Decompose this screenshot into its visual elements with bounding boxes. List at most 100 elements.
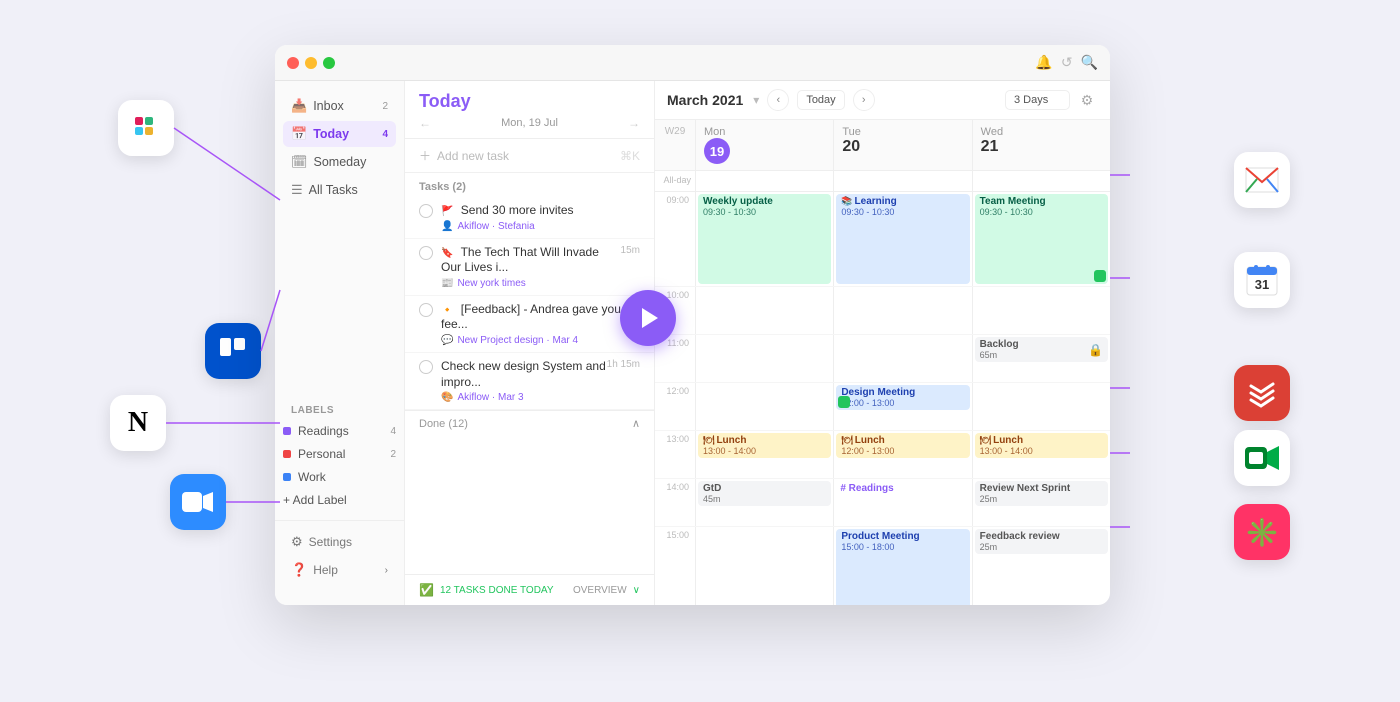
task-item[interactable]: Check new design System and impro... 🎨 A… bbox=[405, 353, 654, 410]
overview-btn[interactable]: OVERVIEW bbox=[573, 585, 627, 596]
cal-event[interactable]: Backlog 65m 🔒 bbox=[975, 337, 1108, 362]
personal-badge: 2 bbox=[390, 449, 396, 460]
next-day-btn[interactable]: → bbox=[628, 116, 640, 130]
label-personal[interactable]: Personal 2 bbox=[275, 443, 404, 465]
task-checkbox[interactable] bbox=[419, 360, 433, 374]
task-time: 1h 15m bbox=[607, 359, 640, 370]
source-icon: 📰 bbox=[441, 278, 453, 289]
readings-label: Readings bbox=[298, 424, 349, 438]
sidebar-item-inbox[interactable]: 📥 Inbox 2 bbox=[283, 93, 396, 119]
day-header-wed: Wed 21 bbox=[972, 120, 1110, 170]
add-task-bar[interactable]: ＋ Add new task ⌘K bbox=[405, 139, 654, 173]
event-time: 45m bbox=[703, 494, 826, 504]
help-item[interactable]: ❓ Help › bbox=[283, 557, 396, 583]
event-title: Feedback review bbox=[980, 531, 1103, 542]
prev-day-btn[interactable]: ← bbox=[419, 116, 431, 130]
refresh-icon[interactable]: ↺ bbox=[1061, 54, 1073, 71]
gmail-icon[interactable] bbox=[1234, 152, 1290, 208]
time-cell-tue-0900: 📚Learning 09:30 - 10:30 bbox=[833, 192, 971, 286]
task-checkbox[interactable] bbox=[419, 246, 433, 260]
time-row-1200: 12:00 Design Meeting 12:00 - 13:00 bbox=[655, 383, 1110, 431]
done-chevron: ∧ bbox=[632, 417, 640, 430]
allday-label: All-day bbox=[655, 171, 695, 191]
event-time: 09:30 - 10:30 bbox=[980, 207, 1103, 217]
cal-event[interactable]: GtD 45m bbox=[698, 481, 831, 506]
event-title: 🍽Lunch bbox=[841, 435, 964, 446]
sidebar-item-today[interactable]: 📅 Today 4 bbox=[283, 121, 396, 147]
cal-event[interactable]: Feedback review 25m bbox=[975, 529, 1108, 554]
add-label[interactable]: + Add Label bbox=[275, 489, 404, 511]
time-cell-wed-1400: Review Next Sprint 25m bbox=[972, 479, 1110, 526]
readings-tag: # Readings bbox=[835, 480, 970, 497]
event-title: Review Next Sprint bbox=[980, 483, 1103, 494]
days-select[interactable]: 3 Days Week Day bbox=[1005, 90, 1070, 110]
cal-event[interactable]: 🍽Lunch 13:00 - 14:00 bbox=[975, 433, 1108, 458]
time-cell-mon-1000 bbox=[695, 287, 833, 334]
close-button[interactable] bbox=[287, 57, 299, 69]
settings-item[interactable]: ⚙ Settings bbox=[283, 529, 396, 555]
event-badge bbox=[838, 396, 850, 408]
cal-next-btn[interactable]: › bbox=[853, 89, 875, 111]
task-item[interactable]: 🚩 Send 30 more invites 👤 Akiflow · Stefa… bbox=[405, 197, 654, 239]
bell-icon[interactable]: 🔔 bbox=[1035, 54, 1052, 71]
day-num-mon: 19 bbox=[704, 138, 730, 164]
sidebar-item-alltasks[interactable]: ☰ All Tasks bbox=[283, 177, 396, 203]
task-title: Check new design System and impro... bbox=[441, 359, 607, 390]
cal-event[interactable]: 📚Learning 09:30 - 10:30 bbox=[836, 194, 969, 284]
cal-event[interactable]: 🍽Lunch 12:00 - 13:00 bbox=[836, 433, 969, 458]
search-icon[interactable]: 🔍 bbox=[1081, 54, 1098, 71]
task-time: 15m bbox=[621, 245, 640, 256]
sidebar-item-someday[interactable]: 🗓 Someday bbox=[283, 149, 396, 175]
gcal-icon[interactable]: 31 bbox=[1234, 252, 1290, 308]
event-time: 09:30 - 10:30 bbox=[841, 207, 964, 217]
cal-settings-btn[interactable]: ⚙ bbox=[1076, 89, 1098, 111]
zoom-icon[interactable] bbox=[170, 474, 226, 530]
cal-dropdown-icon[interactable]: ▾ bbox=[753, 93, 759, 107]
task-checkbox[interactable] bbox=[419, 303, 433, 317]
task-item[interactable]: 🔸 [Feedback] - Andrea gave you his fee..… bbox=[405, 296, 654, 353]
slack-icon[interactable] bbox=[118, 100, 174, 156]
time-cell-tue-1300: 🍽Lunch 12:00 - 13:00 bbox=[833, 431, 971, 478]
cal-event[interactable]: Design Meeting 12:00 - 13:00 bbox=[836, 385, 969, 410]
spark-icon[interactable]: ✳️ bbox=[1234, 504, 1290, 560]
week-num: W29 bbox=[655, 120, 695, 170]
cal-today-btn[interactable]: Today bbox=[797, 90, 844, 110]
today-panel: Today ← Mon, 19 Jul → ＋ Add new task ⌘K … bbox=[405, 81, 655, 605]
time-grid: 09:00 Weekly update 09:30 - 10:30 📚Learn… bbox=[655, 192, 1110, 605]
sidebar: 📥 Inbox 2 📅 Today 4 🗓 Someday ☰ All Task… bbox=[275, 81, 405, 605]
task-meta: 👤 Akiflow · Stefania bbox=[441, 221, 640, 232]
cal-event[interactable]: Team Meeting 09:30 - 10:30 bbox=[975, 194, 1108, 284]
trello-icon[interactable] bbox=[205, 323, 261, 379]
time-cell-mon-1200 bbox=[695, 383, 833, 430]
done-section[interactable]: Done (12) ∧ bbox=[405, 410, 654, 436]
work-label: Work bbox=[298, 470, 326, 484]
task-item[interactable]: 🔖 The Tech That Will Invade Our Lives i.… bbox=[405, 239, 654, 296]
meet-icon[interactable] bbox=[1234, 430, 1290, 486]
done-footer: ✅ 12 TASKS DONE TODAY OVERVIEW ∨ bbox=[405, 574, 654, 605]
maximize-button[interactable] bbox=[323, 57, 335, 69]
time-label: 12:00 bbox=[655, 383, 695, 430]
label-readings[interactable]: Readings 4 bbox=[275, 420, 404, 442]
inbox-badge: 2 bbox=[382, 101, 388, 112]
cal-event[interactable]: Product Meeting 15:00 - 18:00 bbox=[836, 529, 969, 605]
cal-event[interactable]: 🍽Lunch 13:00 - 14:00 bbox=[698, 433, 831, 458]
cal-event[interactable]: Weekly update 09:30 - 10:30 bbox=[698, 194, 831, 284]
source-icon: 🎨 bbox=[441, 392, 453, 403]
done-count: 12 TASKS DONE TODAY bbox=[440, 585, 554, 596]
minimize-button[interactable] bbox=[305, 57, 317, 69]
play-button[interactable] bbox=[620, 290, 676, 346]
source-icon: 💬 bbox=[441, 335, 453, 346]
notion-icon[interactable]: N bbox=[110, 395, 166, 451]
lock-icon: 🔒 bbox=[1088, 343, 1103, 357]
time-cell-mon-1300: 🍽Lunch 13:00 - 14:00 bbox=[695, 431, 833, 478]
task-title: 🔖 The Tech That Will Invade Our Lives i.… bbox=[441, 245, 621, 276]
label-work[interactable]: Work bbox=[275, 466, 404, 488]
labels-header: LABELS bbox=[275, 397, 404, 420]
todoist-icon[interactable] bbox=[1234, 365, 1290, 421]
checkmark-icon: ✅ bbox=[419, 583, 434, 597]
titlebar-icons: 🔔 ↺ 🔍 bbox=[1035, 54, 1098, 71]
cal-event[interactable]: Review Next Sprint 25m bbox=[975, 481, 1108, 506]
task-checkbox[interactable] bbox=[419, 204, 433, 218]
event-title: 📚Learning bbox=[841, 196, 964, 207]
cal-prev-btn[interactable]: ‹ bbox=[767, 89, 789, 111]
